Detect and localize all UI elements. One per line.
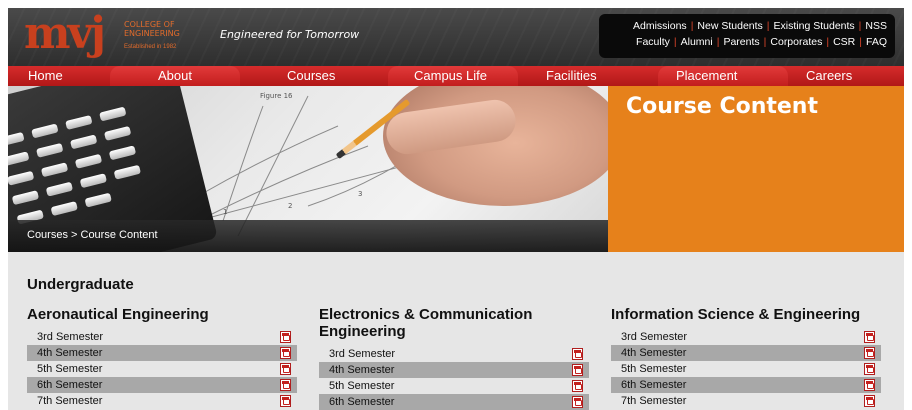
top-links: Admissions | New Students | Existing Stude… bbox=[599, 14, 895, 58]
logo-mark: mvj bbox=[24, 8, 106, 59]
course-column-information-science: Information Science & Engineering 3rd Se… bbox=[611, 306, 881, 409]
pdf-icon[interactable] bbox=[572, 380, 583, 392]
semester-label: 5th Semester bbox=[329, 380, 395, 392]
page-title: Course Content bbox=[626, 94, 818, 119]
semester-label: 4th Semester bbox=[37, 347, 103, 359]
pdf-icon[interactable] bbox=[572, 348, 583, 360]
semester-label: 3rd Semester bbox=[621, 331, 688, 343]
semester-row[interactable]: 5th Semester bbox=[611, 361, 881, 377]
nav-careers[interactable]: Careers bbox=[806, 66, 852, 86]
course-title: Electronics & Communication Engineering bbox=[319, 306, 589, 340]
separator: | bbox=[766, 20, 770, 32]
semester-label: 6th Semester bbox=[329, 396, 395, 408]
semester-label: 7th Semester bbox=[621, 395, 687, 407]
pdf-icon[interactable] bbox=[280, 395, 291, 407]
link-alumni[interactable]: Alumni bbox=[681, 34, 713, 50]
nav-courses[interactable]: Courses bbox=[287, 66, 335, 86]
breadcrumb[interactable]: Courses > Course Content bbox=[27, 229, 158, 241]
link-admissions[interactable]: Admissions bbox=[633, 18, 687, 34]
pdf-icon[interactable] bbox=[864, 395, 875, 407]
pdf-icon[interactable] bbox=[572, 364, 583, 376]
pdf-icon[interactable] bbox=[864, 347, 875, 359]
section-label-undergraduate: Undergraduate bbox=[27, 276, 134, 293]
link-faculty[interactable]: Faculty bbox=[636, 34, 670, 50]
link-existing-students[interactable]: Existing Students bbox=[774, 18, 855, 34]
logo-line-2: Engineering bbox=[124, 29, 180, 38]
logo-text: College of Engineering bbox=[124, 20, 180, 38]
semester-label: 7th Semester bbox=[37, 395, 103, 407]
separator: | bbox=[858, 20, 862, 32]
semester-row[interactable]: 5th Semester bbox=[27, 361, 297, 377]
tagline: Engineered for Tomorrow bbox=[220, 28, 360, 41]
course-column-electronics: Electronics & Communication Engineering … bbox=[319, 306, 589, 410]
breadcrumb-bar: Courses > Course Content bbox=[8, 220, 608, 252]
nav-campus-life[interactable]: Campus Life bbox=[414, 66, 487, 86]
nav-about[interactable]: About bbox=[158, 66, 192, 86]
page: mvj College of Engineering Established i… bbox=[8, 8, 904, 410]
pdf-icon[interactable] bbox=[864, 331, 875, 343]
top-links-row-1: Admissions | New Students | Existing Stude… bbox=[607, 18, 887, 34]
link-new-students[interactable]: New Students bbox=[697, 18, 762, 34]
pdf-icon[interactable] bbox=[280, 331, 291, 343]
semester-row[interactable]: 7th Semester bbox=[27, 393, 297, 409]
course-title: Aeronautical Engineering bbox=[27, 306, 209, 323]
site-header: mvj College of Engineering Established i… bbox=[8, 8, 904, 66]
main-nav: Home About Courses Campus Life Facilitie… bbox=[8, 66, 904, 86]
separator: | bbox=[826, 36, 830, 48]
semester-row[interactable]: 3rd Semester bbox=[27, 329, 297, 345]
top-links-row-2: Faculty | Alumni | Parents | Corporates | CS… bbox=[607, 34, 887, 50]
semester-row[interactable]: 5th Semester bbox=[319, 378, 589, 394]
semester-row[interactable]: 6th Semester bbox=[319, 394, 589, 410]
course-column-aeronautical: Aeronautical Engineering 3rd Semester 4t… bbox=[27, 306, 297, 409]
link-corporates[interactable]: Corporates bbox=[770, 34, 822, 50]
separator: | bbox=[716, 36, 720, 48]
pdf-icon[interactable] bbox=[864, 363, 875, 375]
semester-row[interactable]: 3rd Semester bbox=[319, 346, 589, 362]
semester-label: 3rd Semester bbox=[329, 348, 396, 360]
link-csr[interactable]: CSR bbox=[833, 34, 855, 50]
semester-label: 4th Semester bbox=[329, 364, 395, 376]
svg-text:Figure 16: Figure 16 bbox=[260, 92, 293, 100]
logo-line-1: College of bbox=[124, 20, 175, 29]
course-title-line-2: Engineering bbox=[319, 323, 406, 340]
course-title: Information Science & Engineering bbox=[611, 306, 861, 323]
semester-row[interactable]: 7th Semester bbox=[611, 393, 881, 409]
svg-text:3: 3 bbox=[358, 190, 362, 198]
link-parents[interactable]: Parents bbox=[723, 34, 759, 50]
link-nss[interactable]: NSS bbox=[865, 18, 887, 34]
semester-label: 5th Semester bbox=[37, 363, 103, 375]
pdf-icon[interactable] bbox=[280, 363, 291, 375]
separator: | bbox=[690, 20, 694, 32]
separator: | bbox=[673, 36, 677, 48]
semester-row[interactable]: 6th Semester bbox=[611, 377, 881, 393]
hero-image: Figure 16 2 3 1 Courses > Course Content bbox=[8, 86, 608, 252]
nav-placement[interactable]: Placement bbox=[676, 66, 737, 86]
logo-established: Established in 1982 bbox=[124, 44, 177, 50]
semester-row[interactable]: 4th Semester bbox=[319, 362, 589, 378]
svg-text:1: 1 bbox=[223, 208, 227, 216]
semester-label: 4th Semester bbox=[621, 347, 687, 359]
pdf-icon[interactable] bbox=[280, 379, 291, 391]
pdf-icon[interactable] bbox=[864, 379, 875, 391]
link-faq[interactable]: FAQ bbox=[866, 34, 887, 50]
semester-row[interactable]: 3rd Semester bbox=[611, 329, 881, 345]
semester-row[interactable]: 6th Semester bbox=[27, 377, 297, 393]
separator: | bbox=[859, 36, 862, 48]
nav-facilities[interactable]: Facilities bbox=[546, 66, 597, 86]
semester-row[interactable]: 4th Semester bbox=[611, 345, 881, 361]
separator: | bbox=[763, 36, 767, 48]
semester-row[interactable]: 4th Semester bbox=[27, 345, 297, 361]
college-logo[interactable]: mvj College of Engineering Established i… bbox=[24, 10, 209, 58]
svg-text:2: 2 bbox=[288, 202, 292, 210]
nav-home[interactable]: Home bbox=[28, 66, 63, 86]
semester-label: 6th Semester bbox=[37, 379, 103, 391]
title-panel: Course Content bbox=[608, 86, 904, 252]
pdf-icon[interactable] bbox=[572, 396, 583, 408]
semester-label: 5th Semester bbox=[621, 363, 687, 375]
pdf-icon[interactable] bbox=[280, 347, 291, 359]
semester-label: 3rd Semester bbox=[37, 331, 104, 343]
course-title-line-1: Electronics & Communication bbox=[319, 306, 533, 323]
semester-label: 6th Semester bbox=[621, 379, 687, 391]
